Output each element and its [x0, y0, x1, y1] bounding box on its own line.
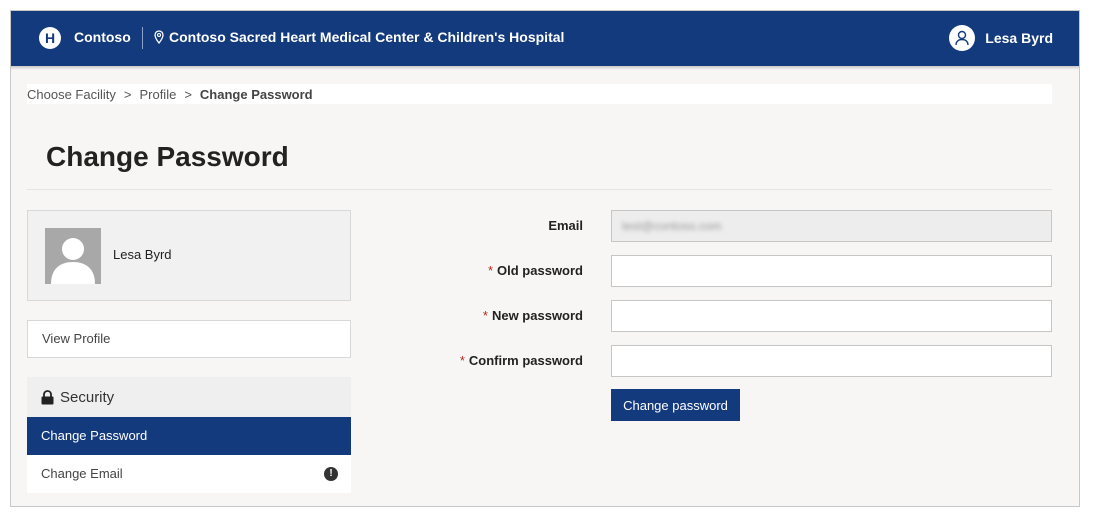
- page-title: Change Password: [46, 141, 289, 172]
- confirm-password-field[interactable]: [611, 345, 1052, 377]
- view-profile-link[interactable]: View Profile: [27, 320, 351, 358]
- title-divider: [27, 189, 1052, 190]
- brand-name[interactable]: Contoso: [74, 29, 131, 45]
- user-menu[interactable]: Lesa Byrd: [949, 25, 1053, 51]
- warning-icon: !: [324, 467, 338, 481]
- sidebar-item-change-password[interactable]: Change Password: [27, 417, 351, 455]
- required-marker: *: [459, 353, 465, 368]
- new-password-field[interactable]: [611, 300, 1052, 332]
- location-pin-icon: [154, 30, 164, 44]
- email-value: test@contoso.com: [622, 219, 722, 233]
- breadcrumb-choose-facility[interactable]: Choose Facility: [27, 87, 116, 102]
- security-section-title: Security: [60, 388, 115, 406]
- hospital-logo-icon[interactable]: H: [39, 27, 61, 49]
- profile-card: Lesa Byrd: [27, 210, 351, 301]
- new-password-label-text: New password: [491, 308, 583, 323]
- sidebar-item-label: Change Email: [41, 466, 123, 481]
- old-password-label-text: Old password: [497, 263, 583, 278]
- sidebar-item-change-email[interactable]: Change Email !: [27, 455, 351, 493]
- facility-name: Contoso Sacred Heart Medical Center & Ch…: [169, 29, 565, 45]
- app-frame: H Contoso Contoso Sacred Heart Medical C…: [10, 10, 1080, 507]
- email-field: test@contoso.com: [611, 210, 1052, 242]
- breadcrumb-separator: >: [123, 86, 132, 102]
- user-avatar-icon: [949, 25, 976, 51]
- old-password-label: * Old password: [488, 263, 583, 278]
- email-label: Email: [548, 218, 583, 233]
- profile-name: Lesa Byrd: [113, 247, 172, 262]
- header-divider: [142, 27, 143, 49]
- user-name: Lesa Byrd: [985, 30, 1053, 46]
- confirm-password-label-text: Confirm password: [468, 353, 583, 368]
- facility-selector[interactable]: Contoso Sacred Heart Medical Center & Ch…: [154, 29, 564, 45]
- breadcrumb-profile[interactable]: Profile: [139, 87, 176, 102]
- top-navbar: H Contoso Contoso Sacred Heart Medical C…: [11, 11, 1079, 70]
- breadcrumb-current: Change Password: [199, 86, 313, 102]
- profile-picture-icon: [45, 228, 101, 284]
- breadcrumb: Choose Facility > Profile > Change Passw…: [27, 84, 1052, 104]
- new-password-label: * New password: [483, 308, 583, 323]
- change-password-button[interactable]: Change password: [611, 389, 740, 421]
- required-marker: *: [482, 308, 488, 323]
- lock-icon: [41, 389, 54, 404]
- breadcrumb-separator: >: [184, 86, 192, 102]
- confirm-password-label: * Confirm password: [460, 353, 583, 368]
- old-password-field[interactable]: [611, 255, 1052, 287]
- security-section-header: Security: [27, 377, 351, 417]
- required-marker: *: [487, 263, 494, 278]
